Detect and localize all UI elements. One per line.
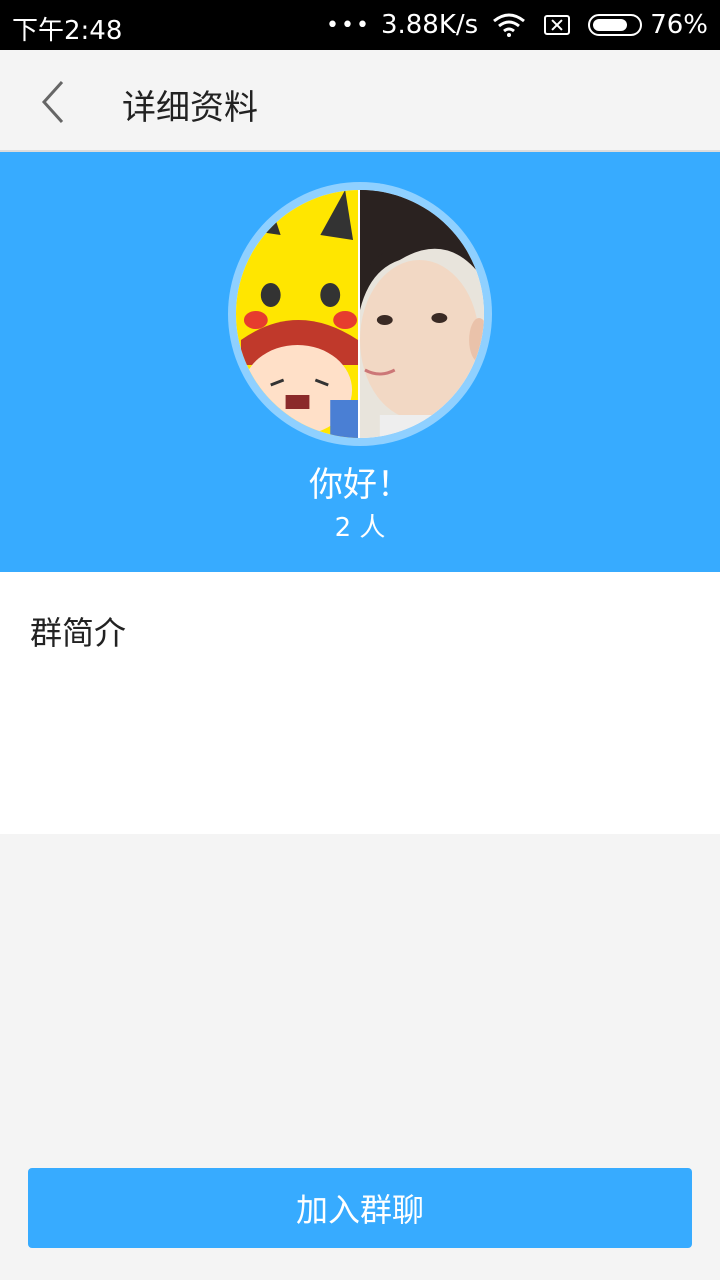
- group-header: 你好！ 2 人: [0, 152, 720, 572]
- status-time: 下午2:48: [12, 16, 123, 46]
- back-button[interactable]: [24, 72, 84, 132]
- group-intro-section: 群简介: [0, 572, 720, 834]
- battery-icon: [588, 14, 643, 36]
- member-count: 2 人: [334, 513, 386, 543]
- wifi-icon: [493, 13, 526, 37]
- status-indicators: ••• 3.88K/s 76%: [326, 10, 708, 40]
- network-speed: 3.88K/s: [380, 10, 479, 40]
- group-avatar[interactable]: [236, 190, 484, 438]
- join-group-button[interactable]: 加入群聊: [28, 1168, 692, 1248]
- group-intro-title: 群简介: [30, 614, 127, 652]
- battery-fill: [593, 19, 627, 31]
- group-avatar-ring: [228, 182, 492, 446]
- status-bar: 下午2:48 ••• 3.88K/s 76%: [0, 0, 720, 50]
- page-title: 详细资料: [122, 88, 258, 128]
- member-avatar-photo: [360, 190, 484, 438]
- chevron-left-icon: [41, 80, 64, 124]
- app-bar: 详细资料: [0, 50, 720, 152]
- more-notifications-icon: •••: [326, 12, 371, 38]
- group-name: 你好！: [309, 465, 411, 505]
- member-avatar-cartoon: [236, 190, 359, 438]
- battery-percent: 76%: [650, 10, 708, 40]
- sim-blocked-icon: [544, 15, 571, 35]
